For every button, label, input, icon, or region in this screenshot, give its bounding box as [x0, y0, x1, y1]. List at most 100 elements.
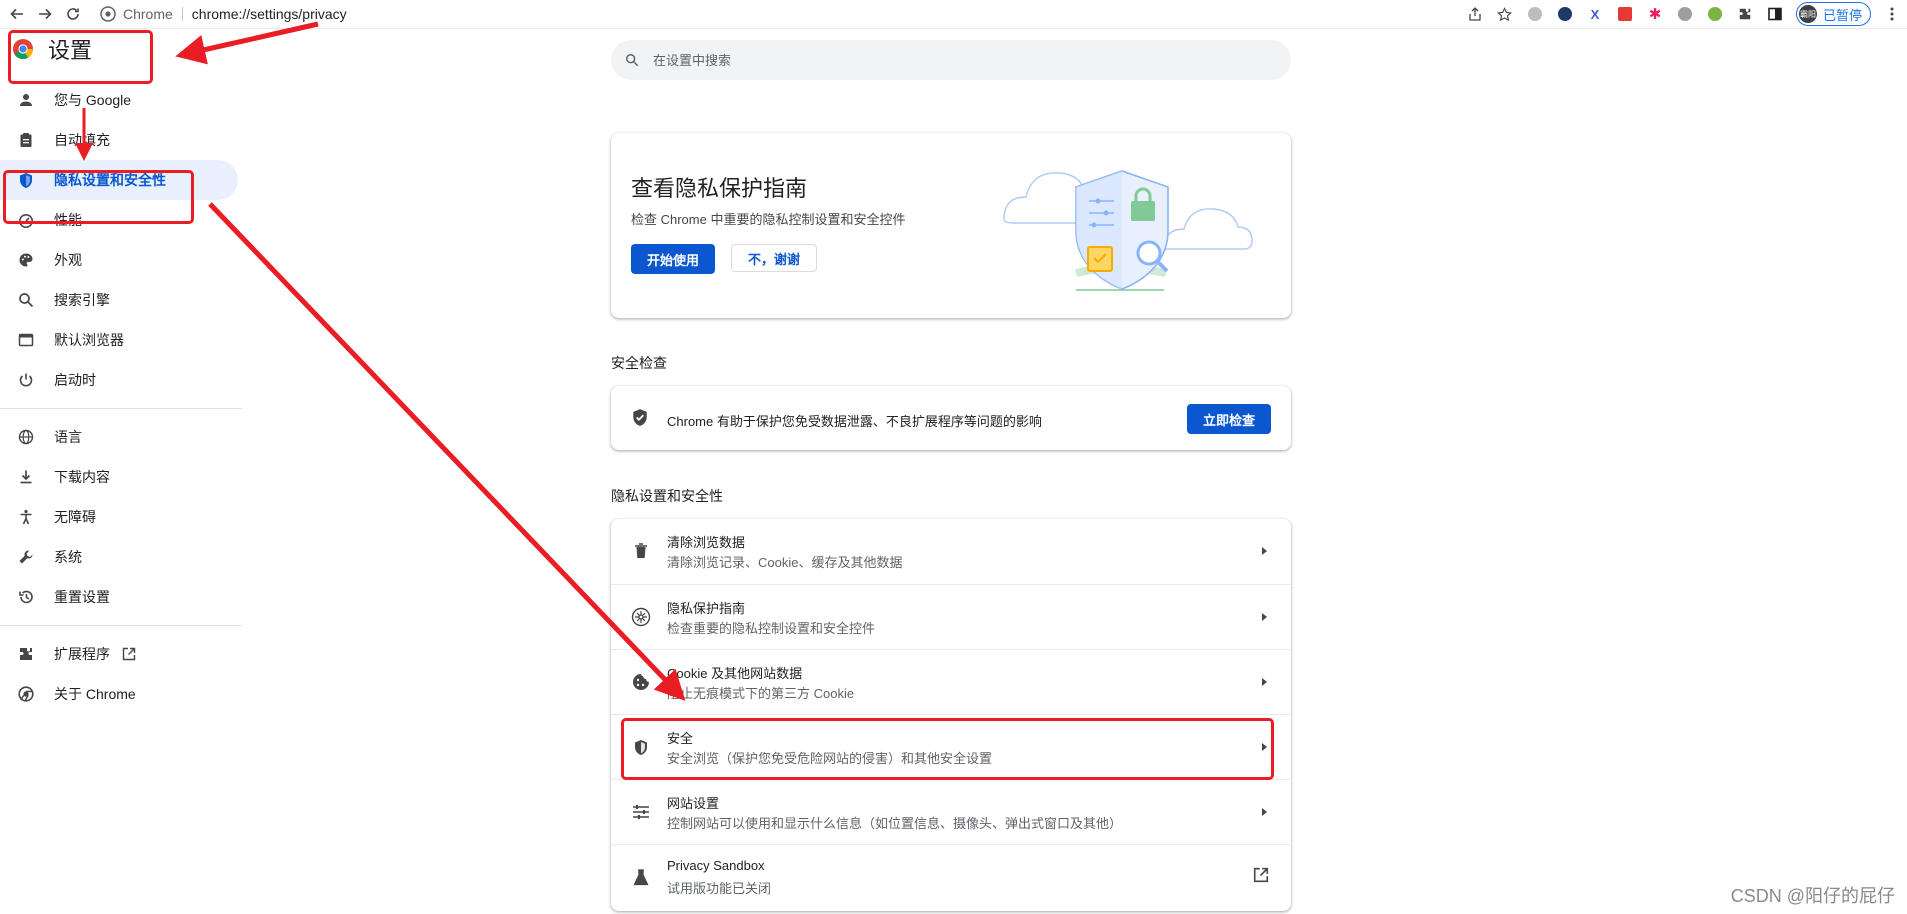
wrench-icon — [16, 547, 36, 567]
chrome-logo-icon — [12, 38, 34, 60]
url-text: chrome://settings/privacy — [191, 6, 347, 22]
check-now-button[interactable]: 立即检查 — [1187, 404, 1272, 434]
power-icon — [16, 370, 36, 390]
sidebar-item-label: 隐私设置和安全性 — [54, 172, 166, 188]
chevron-right-icon — [1259, 802, 1269, 822]
sidebar-divider — [0, 408, 242, 409]
sidebar-item-label: 下载内容 — [54, 469, 110, 485]
sidebar-item-label: 外观 — [54, 252, 82, 268]
sidebar-item-autofill[interactable]: 自动填充 — [0, 120, 240, 160]
sidebar-item-languages[interactable]: 语言 — [0, 417, 240, 457]
safety-check-card: Chrome 有助于保护您免受数据泄露、不良扩展程序等问题的影响 立即检查 — [611, 386, 1291, 450]
flask-icon — [631, 867, 651, 887]
row-title: 网站设置 — [667, 796, 720, 811]
address-bar[interactable]: Chrome chrome://settings/privacy — [100, 2, 1440, 26]
download-icon — [16, 467, 36, 487]
sidebar-item-you-and-google[interactable]: 您与 Google — [0, 80, 240, 120]
extension-check-icon[interactable] — [1555, 4, 1575, 24]
sidebar-item-extensions[interactable]: 扩展程序 — [0, 634, 240, 674]
chevron-right-icon — [1259, 607, 1269, 627]
get-started-button[interactable]: 开始使用 — [631, 244, 716, 274]
row-title: Privacy Sandbox — [667, 858, 765, 873]
sidebar-item-label: 语言 — [54, 429, 82, 445]
settings-sidebar: 您与 Google 自动填充 隐私设置和安全性 性能 外观 搜索引擎 默认浏览器… — [0, 80, 242, 714]
search-icon — [625, 53, 639, 67]
sidebar-item-search-engine[interactable]: 搜索引擎 — [0, 280, 240, 320]
sidebar-item-system[interactable]: 系统 — [0, 537, 240, 577]
sidebar-item-downloads[interactable]: 下载内容 — [0, 457, 240, 497]
trash-icon — [631, 541, 651, 561]
promo-title: 查看隐私保护指南 — [631, 176, 808, 201]
row-subtitle: 试用版功能已关闭 — [667, 881, 772, 896]
accessibility-icon — [16, 507, 36, 527]
row-security[interactable]: 安全 安全浏览（保护您免受危险网站的侵害）和其他安全设置 — [611, 714, 1291, 780]
chevron-right-icon — [1259, 737, 1269, 757]
sidebar-item-privacy[interactable]: 隐私设置和安全性 — [0, 160, 238, 200]
watermark: CSDN @阳仔的屁仔 — [1730, 886, 1895, 906]
sidebar-item-performance[interactable]: 性能 — [0, 200, 240, 240]
sidebar-item-label: 无障碍 — [54, 509, 96, 525]
extension-shield-icon[interactable] — [1675, 4, 1695, 24]
row-clear-browsing-data[interactable]: 清除浏览数据 清除浏览记录、Cookie、缓存及其他数据 — [611, 519, 1291, 584]
browser-icon — [16, 330, 36, 350]
extension-ghost-icon[interactable] — [1525, 4, 1545, 24]
verified-shield-icon — [631, 408, 649, 432]
reload-icon[interactable] — [62, 3, 84, 25]
row-privacy-guide[interactable]: 隐私保护指南 检查重要的隐私控制设置和安全控件 — [611, 584, 1291, 650]
extension-green-icon[interactable] — [1705, 4, 1725, 24]
sidebar-item-accessibility[interactable]: 无障碍 — [0, 497, 240, 537]
puzzle-icon — [16, 644, 36, 664]
row-title: 隐私保护指南 — [667, 601, 746, 616]
row-cookies[interactable]: Cookie 及其他网站数据 阻止无痕模式下的第三方 Cookie — [611, 649, 1291, 715]
safety-check-heading: 安全检查 — [611, 355, 667, 371]
privacy-guide-promo-card: 查看隐私保护指南 检查 Chrome 中重要的隐私控制设置和安全控件 开始使用 … — [611, 133, 1291, 318]
row-title: 清除浏览数据 — [667, 535, 746, 550]
row-subtitle: 控制网站可以使用和显示什么信息（如位置信息、摄像头、弹出式窗口及其他） — [667, 816, 1123, 831]
search-icon — [16, 290, 36, 310]
sidebar-item-appearance[interactable]: 外观 — [0, 240, 240, 280]
privacy-settings-list: 清除浏览数据 清除浏览记录、Cookie、缓存及其他数据 隐私保护指南 检查重要… — [611, 519, 1291, 911]
profile-status: 已暂停 — [1822, 7, 1862, 23]
row-subtitle: 阻止无痕模式下的第三方 Cookie — [667, 686, 855, 701]
sidebar-item-label: 性能 — [54, 212, 82, 228]
row-title: Cookie 及其他网站数据 — [667, 666, 803, 681]
clipboard-icon — [16, 130, 36, 150]
back-arrow-icon[interactable] — [6, 3, 28, 25]
extension-red-badge-icon[interactable] — [1615, 4, 1635, 24]
share-icon[interactable] — [1465, 4, 1485, 24]
settings-search[interactable] — [611, 40, 1291, 80]
sidebar-item-about-chrome[interactable]: 关于 Chrome — [0, 674, 240, 714]
sidebar-item-reset[interactable]: 重置设置 — [0, 577, 240, 617]
row-title: 安全 — [667, 731, 694, 746]
row-site-settings[interactable]: 网站设置 控制网站可以使用和显示什么信息（如位置信息、摄像头、弹出式窗口及其他） — [611, 779, 1291, 845]
extension-x-icon[interactable]: X — [1585, 4, 1605, 24]
sidebar-item-label: 启动时 — [54, 372, 96, 388]
safety-check-text: Chrome 有助于保护您免受数据泄露、不良扩展程序等问题的影响 — [667, 414, 1042, 429]
open-in-new-icon[interactable] — [1253, 867, 1269, 883]
sidebar-item-on-startup[interactable]: 启动时 — [0, 360, 240, 400]
search-input[interactable] — [651, 51, 1255, 69]
bookmark-star-icon[interactable] — [1495, 4, 1515, 24]
sidebar-divider — [0, 625, 242, 626]
avatar: 霸阳 — [1798, 5, 1817, 23]
no-thanks-button[interactable]: 不，谢谢 — [731, 244, 818, 272]
chrome-site-icon — [100, 6, 116, 22]
forward-arrow-icon[interactable] — [34, 3, 56, 25]
extension-star-icon[interactable]: ✱ — [1645, 4, 1665, 24]
toolbar-actions: X ✱ 霸阳 已暂停 — [1460, 0, 1907, 28]
sidebar-item-label: 系统 — [54, 549, 82, 565]
sliders-icon — [631, 802, 651, 822]
menu-kebab-icon[interactable] — [1882, 4, 1902, 24]
privacy-security-heading: 隐私设置和安全性 — [611, 488, 723, 504]
sidebar-item-label: 重置设置 — [54, 589, 110, 605]
sidebar-item-default-browser[interactable]: 默认浏览器 — [0, 320, 240, 360]
row-subtitle: 检查重要的隐私控制设置和安全控件 — [667, 621, 876, 636]
extensions-puzzle-icon[interactable] — [1735, 4, 1755, 24]
side-panel-icon[interactable] — [1765, 4, 1785, 24]
palette-icon — [16, 250, 36, 270]
history-icon — [16, 587, 36, 607]
person-icon — [16, 90, 36, 110]
open-in-new-icon — [122, 647, 136, 661]
row-privacy-sandbox[interactable]: Privacy Sandbox 试用版功能已关闭 — [611, 844, 1291, 910]
profile-button[interactable]: 霸阳 已暂停 — [1795, 2, 1871, 26]
